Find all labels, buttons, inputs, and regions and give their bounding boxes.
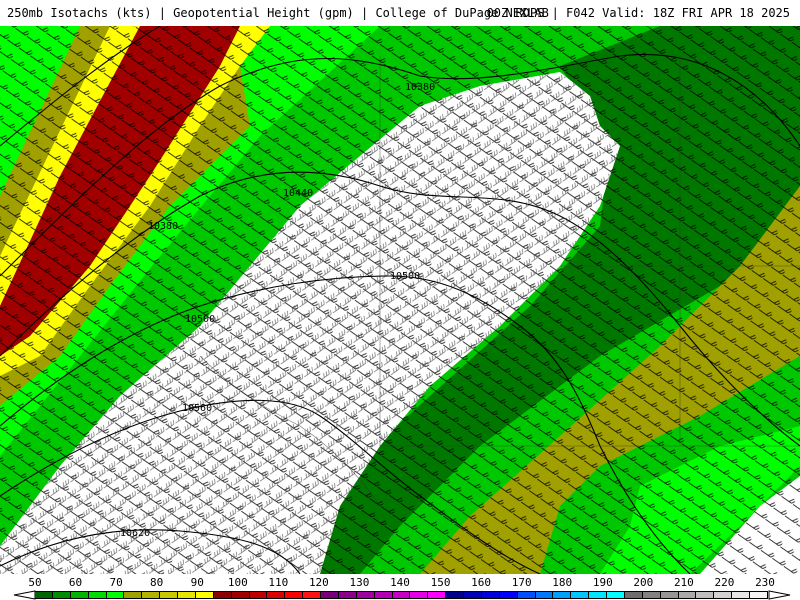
map-title: 250mb Isotachs (kts) | Geopotential Heig… [7, 6, 549, 20]
colorbar-tick-label: 70 [109, 576, 123, 589]
colorbar-swatch [624, 592, 643, 598]
colorbar-left-arrow [13, 590, 36, 600]
colorbar-swatch [446, 592, 464, 598]
colorbar-swatch [696, 592, 715, 598]
colorbar-tick-label: 130 [349, 576, 370, 589]
colorbar-swatch [428, 592, 447, 598]
colorbar-swatch [481, 592, 500, 598]
colorbar-tick-label: 200 [633, 576, 654, 589]
colorbar-tick-label: 90 [190, 576, 204, 589]
colorbar-tick-label: 190 [592, 576, 613, 589]
contour-label: 10500 [185, 314, 215, 325]
colorbar-tick-label: 120 [308, 576, 329, 589]
colorbar-tick-label: 180 [552, 576, 573, 589]
colorbar-swatch [392, 592, 411, 598]
colorbar-swatches [35, 591, 768, 599]
colorbar-swatch [660, 592, 679, 598]
colorbar-swatch [249, 592, 268, 598]
isotach-colorbar: 50 60 70 80 90 100 110 120 130 140 150 160 170 180 190… [0, 574, 800, 600]
colorbar-swatch [267, 592, 286, 598]
colorbar-swatch [750, 592, 768, 598]
colorbar-tick-label: 80 [150, 576, 164, 589]
contour-label: 10380 [405, 82, 435, 93]
map-header: 250mb Isotachs (kts) | Geopotential Heig… [0, 0, 800, 26]
colorbar-swatch [160, 592, 178, 598]
colorbar-swatch [321, 592, 339, 598]
contour-label: 10620 [120, 528, 150, 539]
map-canvas: 10380 10440 10380 10500 10500 10560 1062… [0, 26, 800, 574]
colorbar-tick-label: 160 [471, 576, 492, 589]
isotach-map: 10380 10440 10380 10500 10500 10560 1062… [0, 26, 800, 574]
colorbar-swatch [589, 592, 607, 598]
colorbar-swatch [553, 592, 572, 598]
colorbar-tick-label: 110 [268, 576, 289, 589]
colorbar-tick-label: 210 [673, 576, 694, 589]
colorbar-swatch [732, 592, 750, 598]
colorbar-swatch [303, 592, 321, 598]
colorbar-swatch [571, 592, 590, 598]
colorbar-swatch [195, 592, 214, 598]
colorbar-swatch [410, 592, 429, 598]
colorbar-tick-label: 100 [227, 576, 248, 589]
colorbar-tick-label: 230 [755, 576, 775, 589]
model-valid-time: 00Z RDPS | F042 Valid: 18Z FRI APR 18 20… [486, 6, 790, 20]
colorbar-swatch [35, 592, 53, 598]
colorbar-swatch [499, 592, 518, 598]
colorbar-swatch [231, 592, 250, 598]
colorbar-tick-label: 140 [390, 576, 410, 589]
contour-label: 10560 [182, 403, 212, 414]
colorbar-swatch [374, 592, 393, 598]
colorbar-swatch [142, 592, 161, 598]
colorbar-swatch [338, 592, 357, 598]
colorbar-tick-label: 60 [68, 576, 83, 589]
colorbar-swatch [607, 592, 625, 598]
weather-map-frame: 250mb Isotachs (kts) | Geopotential Heig… [0, 0, 800, 600]
colorbar-tick-label: 170 [511, 576, 532, 589]
colorbar-swatch [642, 592, 661, 598]
colorbar-tick-label: 50 [28, 576, 42, 589]
colorbar-swatch [356, 592, 375, 598]
colorbar-swatch [714, 592, 733, 598]
contour-label: 10380 [148, 221, 178, 232]
contour-label: 10500 [390, 271, 420, 282]
colorbar-tick-label: 150 [430, 576, 451, 589]
colorbar-swatch [464, 592, 482, 598]
colorbar-swatch [213, 592, 232, 598]
colorbar-right-arrow [768, 590, 791, 600]
colorbar-swatch [678, 592, 697, 598]
colorbar-swatch [124, 592, 143, 598]
colorbar-swatch [178, 592, 196, 598]
colorbar-swatch [88, 592, 107, 598]
contour-label: 10440 [283, 188, 313, 199]
colorbar-swatch [535, 592, 554, 598]
colorbar-swatch [52, 592, 71, 598]
colorbar-swatch [106, 592, 125, 598]
colorbar-tick-label: 220 [714, 576, 735, 589]
colorbar-swatch [285, 592, 304, 598]
colorbar-swatch [517, 592, 536, 598]
colorbar-swatch [70, 592, 89, 598]
